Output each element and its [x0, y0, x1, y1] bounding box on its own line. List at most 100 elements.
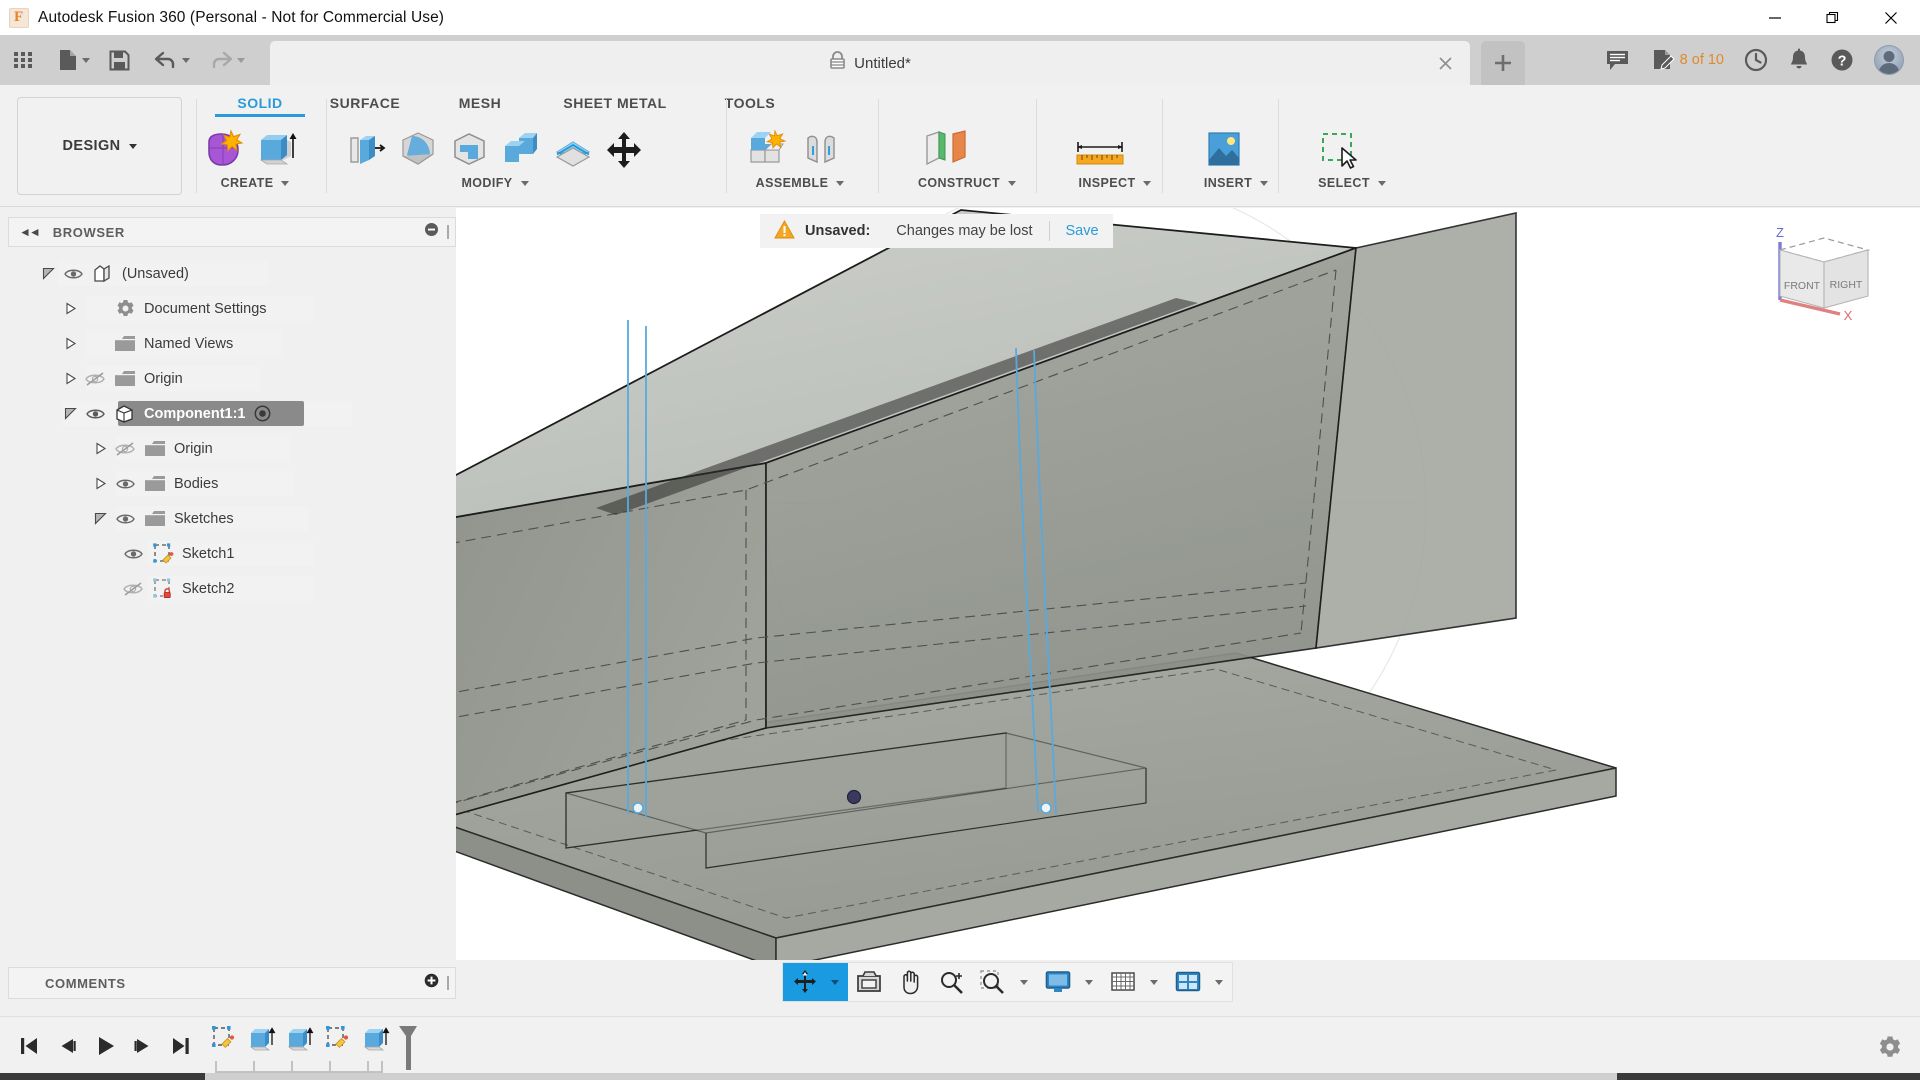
joint-button[interactable] — [794, 127, 848, 173]
extrude-button[interactable] — [250, 127, 304, 173]
display-settings-dropdown-icon[interactable] — [1076, 963, 1102, 1001]
new-file-dropdown-icon[interactable] — [82, 58, 90, 63]
combine-button[interactable] — [495, 127, 547, 173]
account-avatar-button[interactable] — [1864, 35, 1914, 85]
tree-node-document-settings[interactable]: Document Settings — [8, 291, 456, 326]
viewports-dropdown-icon[interactable] — [1206, 963, 1232, 1001]
save-button[interactable] — [97, 35, 142, 85]
create-sketch-button[interactable] — [196, 127, 250, 173]
panel-resize-grip[interactable] — [447, 976, 449, 990]
go-to-beginning-button[interactable] — [10, 1027, 48, 1065]
notifications-button[interactable] — [1778, 35, 1820, 85]
workspace-selector[interactable]: DESIGN — [17, 97, 182, 195]
expand-arrow-right-icon[interactable] — [90, 477, 110, 490]
visibility-eye-hidden-icon[interactable] — [110, 441, 140, 457]
play-button[interactable] — [86, 1027, 124, 1065]
measure-button[interactable] — [1050, 127, 1150, 173]
timeline-feature-extrude2[interactable] — [281, 1025, 319, 1065]
visibility-eye-icon[interactable] — [80, 407, 110, 421]
timeline-marker[interactable] — [395, 1025, 421, 1065]
add-comment-icon[interactable] — [424, 973, 439, 993]
help-button[interactable]: ? — [1820, 35, 1864, 85]
tab-sheet-metal[interactable]: SHEET METAL — [535, 95, 695, 117]
zoom-button[interactable] — [931, 963, 972, 1001]
timeline-scrollbar-thumb[interactable] — [205, 1073, 1617, 1080]
expand-arrow-right-icon[interactable] — [60, 302, 80, 315]
tab-solid[interactable]: SOLID — [215, 95, 305, 117]
tab-mesh[interactable]: MESH — [425, 95, 535, 117]
expand-arrow-down-icon[interactable] — [38, 267, 58, 280]
press-pull-button[interactable] — [340, 127, 392, 173]
viewports-button[interactable] — [1167, 963, 1206, 1001]
move-copy-button[interactable] — [598, 127, 650, 173]
tree-node-component1[interactable]: Component1:1 — [8, 396, 456, 431]
construct-plane-button[interactable] — [892, 127, 1002, 173]
close-button[interactable] — [1862, 0, 1920, 35]
expand-arrow-down-icon[interactable] — [90, 512, 110, 525]
view-cube[interactable]: Z X FRONT RIGHT — [1762, 222, 1882, 327]
tab-tools[interactable]: TOOLS — [695, 95, 805, 117]
orbit-button[interactable] — [783, 963, 822, 1001]
ribbon-group-create-label[interactable]: CREATE — [196, 176, 314, 190]
tree-node-origin-component[interactable]: Origin — [8, 431, 456, 466]
display-settings-button[interactable] — [1037, 963, 1076, 1001]
collapse-panel-icon[interactable]: ◄◄ — [19, 225, 39, 239]
file-tab[interactable]: Untitled* — [270, 41, 1470, 85]
visibility-eye-icon[interactable] — [118, 547, 148, 561]
expand-arrow-right-icon[interactable] — [60, 372, 80, 385]
ribbon-group-modify-label[interactable]: MODIFY — [340, 176, 650, 190]
ribbon-group-inspect-label[interactable]: INSPECT — [1050, 176, 1180, 190]
look-at-button[interactable] — [848, 963, 890, 1001]
timeline-feature-sketch2[interactable] — [319, 1025, 357, 1065]
visibility-eye-hidden-icon[interactable] — [118, 581, 148, 597]
data-panel-button[interactable] — [0, 35, 46, 85]
visibility-eye-icon[interactable] — [58, 267, 88, 281]
visibility-eye-icon[interactable] — [110, 477, 140, 491]
go-to-end-button[interactable] — [162, 1027, 200, 1065]
fillet-button[interactable] — [392, 127, 444, 173]
grid-snaps-dropdown-icon[interactable] — [1141, 963, 1167, 1001]
panel-resize-grip[interactable] — [447, 225, 449, 239]
visibility-eye-icon[interactable] — [110, 512, 140, 526]
ribbon-group-select-label[interactable]: SELECT — [1292, 176, 1412, 190]
minimize-button[interactable] — [1746, 0, 1804, 35]
shell-button[interactable] — [443, 127, 495, 173]
expand-arrow-right-icon[interactable] — [90, 442, 110, 455]
visibility-eye-hidden-icon[interactable] — [80, 371, 110, 387]
tab-surface[interactable]: SURFACE — [305, 95, 425, 117]
comments-toolbar-button[interactable] — [1596, 35, 1641, 85]
new-component-button[interactable] — [740, 127, 794, 173]
offset-face-button[interactable] — [547, 127, 599, 173]
fit-dropdown-icon[interactable] — [1011, 963, 1037, 1001]
tree-node-sketch1[interactable]: Sketch1 — [8, 536, 456, 571]
grid-snaps-button[interactable] — [1102, 963, 1141, 1001]
step-forward-button[interactable] — [124, 1027, 162, 1065]
timeline-feature-sketch1[interactable] — [205, 1025, 243, 1065]
viewport-canvas[interactable] — [456, 208, 1920, 960]
orbit-dropdown-icon[interactable] — [822, 963, 848, 1001]
redo-button[interactable] — [197, 35, 259, 85]
tree-node-origin-root[interactable]: Origin — [8, 361, 456, 396]
restore-button[interactable] — [1804, 0, 1862, 35]
minimize-panel-icon[interactable] — [424, 222, 439, 242]
recent-activity-button[interactable] — [1734, 35, 1778, 85]
timeline-scrollbar-track[interactable] — [0, 1073, 1920, 1080]
expand-arrow-down-icon[interactable] — [60, 407, 80, 420]
step-back-button[interactable] — [48, 1027, 86, 1065]
tree-node-unsaved[interactable]: (Unsaved) — [8, 256, 456, 291]
timeline-feature-extrude3[interactable] — [357, 1025, 395, 1065]
tree-node-sketch2[interactable]: Sketch2 — [8, 571, 456, 606]
undo-button[interactable] — [142, 35, 197, 85]
file-tab-close-icon[interactable] — [1434, 52, 1456, 74]
pan-button[interactable] — [890, 963, 931, 1001]
new-file-button[interactable] — [46, 35, 97, 85]
tree-node-sketches[interactable]: Sketches — [8, 501, 456, 536]
job-status-button[interactable]: 8 of 10 — [1641, 35, 1734, 85]
save-link[interactable]: Save — [1066, 223, 1099, 239]
activate-component-icon[interactable] — [252, 405, 274, 422]
ribbon-group-construct-label[interactable]: CONSTRUCT — [892, 176, 1042, 190]
tree-node-named-views[interactable]: Named Views — [8, 326, 456, 361]
undo-dropdown-icon[interactable] — [182, 58, 190, 63]
new-tab-button[interactable] — [1481, 41, 1525, 85]
select-tool-button[interactable] — [1292, 127, 1388, 173]
